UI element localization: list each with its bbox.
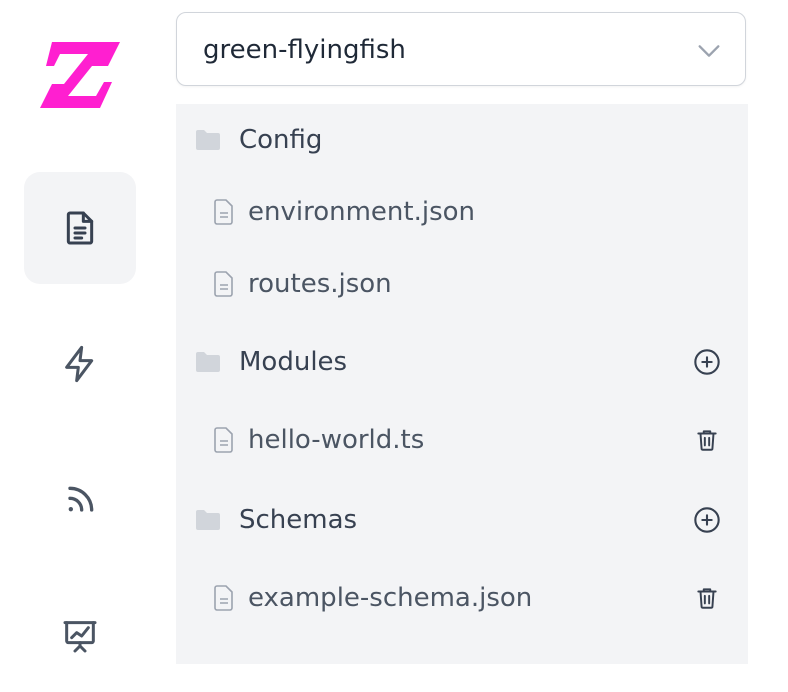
add-module-button[interactable] [692,347,722,377]
folder-icon [194,126,222,154]
file-icon [212,198,236,226]
file-item[interactable]: environment.json [176,182,748,242]
nav-functions[interactable] [24,308,136,420]
file-tree: Config environment.json routes.json Modu… [176,104,748,664]
folder-schemas[interactable]: Schemas [176,490,748,550]
file-label: hello-world.ts [248,425,425,455]
nav-analytics[interactable] [24,580,136,692]
rss-icon [68,486,94,512]
file-label: routes.json [248,269,392,299]
folder-label: Schemas [239,505,358,535]
nav-documents[interactable] [24,172,136,284]
logo[interactable] [38,40,122,110]
chevron-down-icon [698,45,720,57]
folder-modules[interactable]: Modules [176,332,748,392]
project-select-value: green-flyingfish [203,35,406,65]
document-text-icon [66,211,94,245]
folder-icon [194,348,222,376]
folder-config[interactable]: Config [176,110,748,170]
file-icon [212,426,236,454]
file-item[interactable]: hello-world.ts [176,410,748,470]
file-label: example-schema.json [248,583,533,613]
delete-file-button[interactable] [692,583,722,613]
trash-icon [697,430,717,451]
sidebar [0,0,160,658]
lightning-icon [65,345,94,383]
nav-feeds[interactable] [24,444,136,556]
folder-icon [194,506,222,534]
file-label: environment.json [248,197,476,227]
trash-icon [697,588,717,609]
project-select[interactable]: green-flyingfish [176,12,746,86]
file-item[interactable]: routes.json [176,254,748,314]
file-icon [212,270,236,298]
plus-circle-icon [694,507,720,533]
plus-circle-icon [694,349,720,375]
file-icon [212,584,236,612]
folder-label: Config [239,125,323,155]
file-item[interactable]: example-schema.json [176,568,748,628]
delete-file-button[interactable] [692,425,722,455]
add-schema-button[interactable] [692,505,722,535]
folder-label: Modules [239,347,348,377]
presentation-chart-icon [63,621,97,653]
